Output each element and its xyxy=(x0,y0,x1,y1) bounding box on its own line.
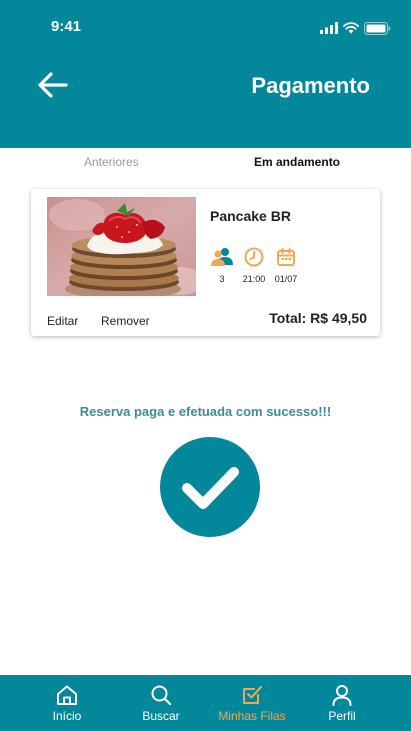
user-icon xyxy=(332,685,352,706)
edit-button[interactable]: Editar xyxy=(47,314,78,328)
search-icon xyxy=(151,685,172,706)
people-count: 3 xyxy=(219,274,225,284)
wifi-icon xyxy=(343,22,359,34)
nav-label-home: Início xyxy=(52,709,82,723)
checkbox-icon xyxy=(243,686,262,704)
cellular-signal-icon xyxy=(320,22,338,34)
restaurant-name: Pancake BR xyxy=(210,208,291,224)
people-info: 3 xyxy=(207,247,237,284)
nav-label-search: Buscar xyxy=(142,709,180,723)
reservation-card: Pancake BR 3 21:00 01/07 Editar Remover … xyxy=(31,189,380,336)
nav-item-profile[interactable]: Perfil xyxy=(297,675,387,731)
success-message: Reserva paga e efetuada com sucesso!!! xyxy=(79,404,332,419)
nav-item-search[interactable]: Buscar xyxy=(116,675,206,731)
back-arrow-icon[interactable] xyxy=(36,70,70,100)
tab-previous[interactable]: Anteriores xyxy=(84,155,139,169)
nav-item-home[interactable]: Início xyxy=(22,675,112,731)
nav-label-my-queues: Minhas Filas xyxy=(218,709,286,723)
nav-label-profile: Perfil xyxy=(328,709,356,723)
total-price: Total: R$ 49,50 xyxy=(269,310,367,326)
people-icon xyxy=(211,248,233,266)
battery-icon xyxy=(364,21,391,35)
success-check-icon xyxy=(160,437,260,537)
time-info: 21:00 xyxy=(239,247,269,284)
pancake-photo xyxy=(47,197,196,296)
calendar-icon xyxy=(277,248,295,266)
remove-button[interactable]: Remover xyxy=(101,314,150,328)
clock-icon xyxy=(244,247,264,267)
nav-item-my-queues[interactable]: Minhas Filas xyxy=(207,675,297,731)
app-header: 9:41 Pagamento xyxy=(0,0,411,148)
status-time: 9:41 xyxy=(51,18,82,35)
status-icons xyxy=(320,20,391,36)
home-icon xyxy=(57,685,77,705)
date-info: 01/07 xyxy=(271,247,301,284)
page-title: Pagamento xyxy=(251,73,370,98)
bottom-navigation: Início Buscar Minhas Filas Perfil xyxy=(0,675,411,731)
reservation-time: 21:00 xyxy=(242,274,266,284)
tab-in-progress[interactable]: Em andamento xyxy=(254,155,340,169)
reservation-date: 01/07 xyxy=(274,274,298,284)
